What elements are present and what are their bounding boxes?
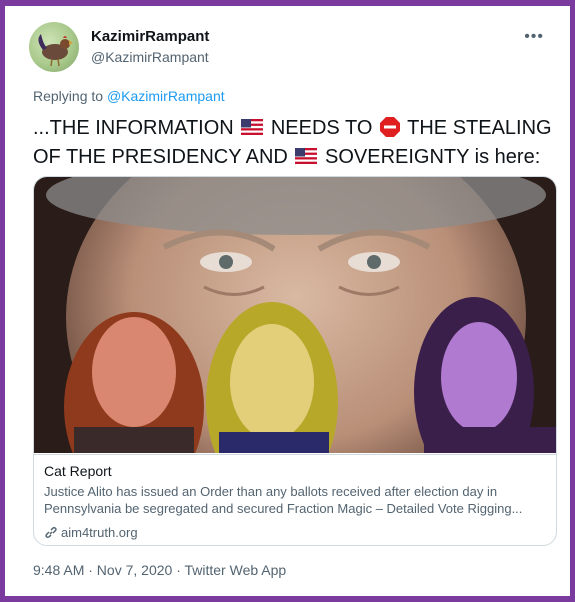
card-title: Cat Report: [44, 463, 112, 479]
replying-to: Replying to @KazimirRampant: [33, 88, 225, 104]
card-link[interactable]: aim4truth.org: [44, 525, 138, 540]
card-body: Cat Report Justice Alito has issued an O…: [34, 454, 556, 545]
card-link-text[interactable]: aim4truth.org: [61, 525, 138, 540]
card-image: [34, 177, 556, 453]
more-options-icon[interactable]: •••: [524, 28, 544, 46]
avatar[interactable]: [29, 22, 79, 72]
display-name[interactable]: KazimirRampant: [91, 28, 209, 45]
card-description: Justice Alito has issued an Order than a…: [44, 484, 523, 516]
us-flag-icon: [241, 119, 264, 135]
stop-sign-icon: [379, 117, 400, 137]
reply-prefix: Replying to: [33, 88, 107, 104]
purple-frame: KazimirRampant @KazimirRampant ••• Reply…: [0, 0, 575, 602]
tweet-text-part: ...THE INFORMATION: [33, 117, 240, 139]
tweet-text-part: SOVEREIGNTY is here:: [325, 146, 541, 168]
rooster-icon: [38, 34, 73, 67]
user-handle[interactable]: @KazimirRampant: [91, 49, 209, 65]
us-flag-icon: [295, 148, 318, 164]
reply-mention-link[interactable]: @KazimirRampant: [107, 88, 225, 104]
tweet-meta[interactable]: 9:48 AM · Nov 7, 2020 · Twitter Web App: [33, 562, 286, 578]
link-card[interactable]: Cat Report Justice Alito has issued an O…: [33, 176, 557, 546]
tweet-text-part: NEEDS TO: [270, 117, 378, 139]
link-icon: [45, 526, 57, 539]
tweet-text: ...THE INFORMATION NEEDS TO THE STEALING…: [33, 114, 563, 172]
